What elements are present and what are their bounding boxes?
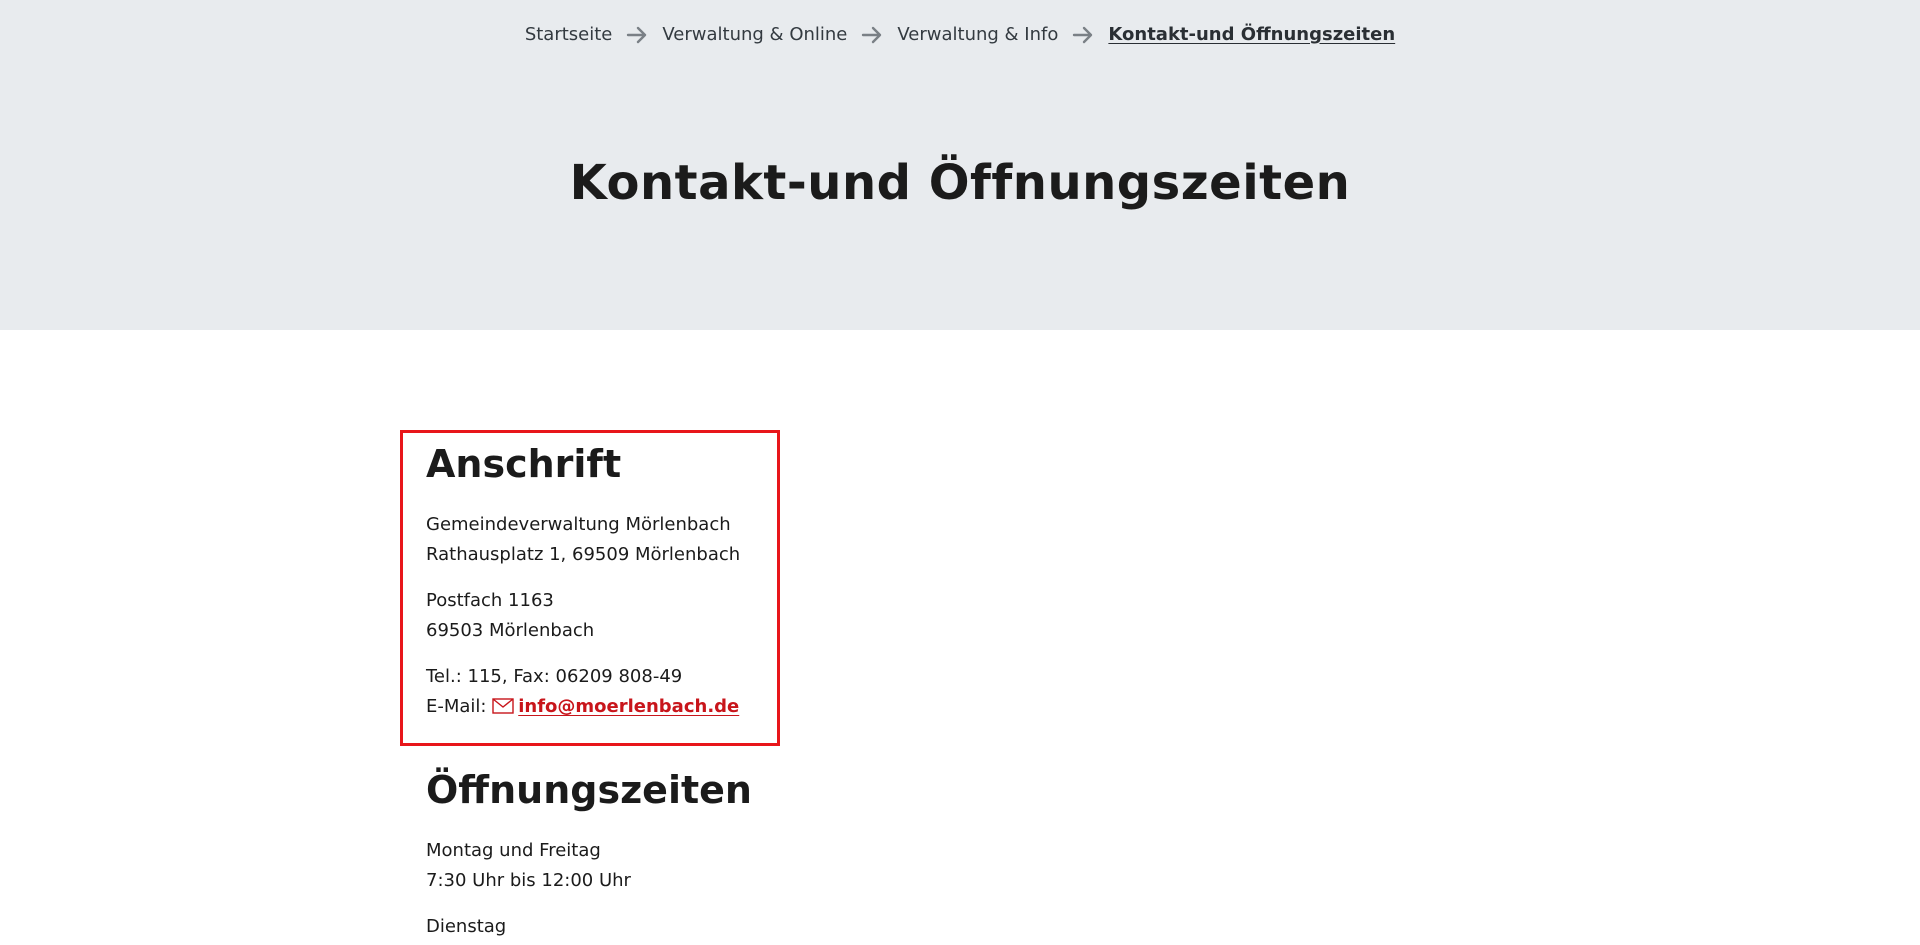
breadcrumb: Startseite Verwaltung & Online Verwaltun… (0, 24, 1920, 45)
breadcrumb-item-startseite[interactable]: Startseite (525, 24, 613, 45)
oeffnungszeiten-section: Öffnungszeiten Montag und Freitag 7:30 U… (426, 768, 752, 942)
hours-dienstag-line: Dienstag (426, 916, 507, 937)
address-line-street: Rathausplatz 1, 69509 Mörlenbach (426, 544, 741, 565)
arrow-right-icon (1073, 26, 1093, 43)
anschrift-section: Anschrift Gemeindeverwaltung Mörlenbach … (426, 442, 740, 722)
address-line-name: Gemeindeverwaltung Mörlenbach (426, 514, 731, 535)
email-link[interactable]: info@moerlenbach.de (518, 696, 739, 717)
hours-time-line: 7:30 Uhr bis 12:00 Uhr (426, 870, 631, 891)
postbox-city-line: 69503 Mörlenbach (426, 620, 595, 641)
email-line: E-Mail: info@moerlenbach.de (426, 692, 740, 722)
oeffnungszeiten-heading: Öffnungszeiten (426, 768, 752, 812)
envelope-icon (492, 698, 514, 714)
breadcrumb-item-verwaltung-info[interactable]: Verwaltung & Info (897, 24, 1058, 45)
email-label: E-Mail: (426, 696, 493, 717)
postbox-line: Postfach 1163 (426, 590, 554, 611)
arrow-right-icon (862, 26, 882, 43)
phone-fax-line: Tel.: 115, Fax: 06209 808-49 (426, 666, 683, 687)
hours-days-line: Montag und Freitag (426, 840, 601, 861)
breadcrumb-item-current[interactable]: Kontakt-und Öffnungszeiten (1108, 24, 1395, 45)
anschrift-heading: Anschrift (426, 442, 622, 486)
breadcrumb-item-verwaltung-online[interactable]: Verwaltung & Online (662, 24, 847, 45)
page-title: Kontakt-und Öffnungszeiten (569, 155, 1351, 211)
arrow-right-icon (627, 26, 647, 43)
page-header: Startseite Verwaltung & Online Verwaltun… (0, 0, 1920, 330)
